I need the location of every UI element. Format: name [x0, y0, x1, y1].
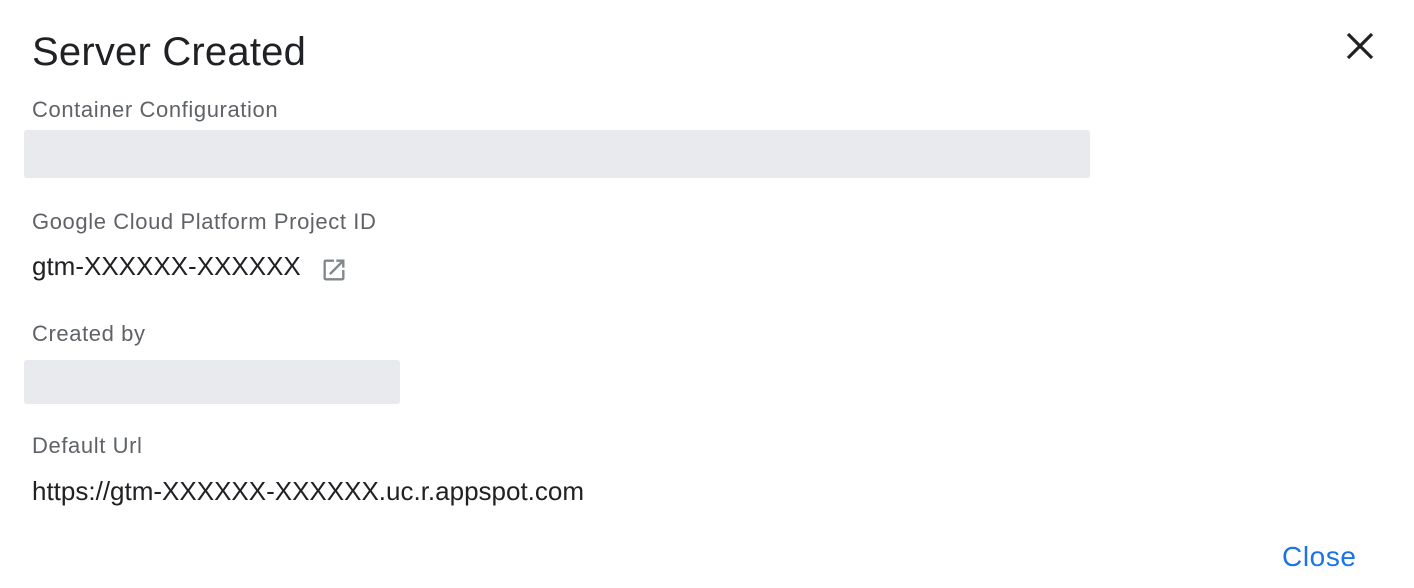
- created-by-label: Created by: [32, 321, 146, 346]
- created-by-value-placeholder: [24, 360, 400, 404]
- default-url-value: https://gtm-XXXXXX-XXXXXX.uc.r.appspot.c…: [32, 476, 585, 506]
- gcp-project-id-label: Google Cloud Platform Project ID: [32, 209, 377, 234]
- gcp-project-id-value: gtm-XXXXXX-XXXXXX: [32, 251, 301, 281]
- server-created-dialog: Server Created Container Configuration G…: [0, 0, 1414, 588]
- dialog-title: Server Created: [32, 30, 307, 74]
- close-button[interactable]: Close: [1270, 532, 1369, 582]
- close-icon[interactable]: [1336, 22, 1384, 70]
- open-in-new-icon[interactable]: [316, 252, 352, 288]
- container-configuration-label: Container Configuration: [32, 97, 279, 122]
- container-configuration-value-placeholder: [24, 130, 1090, 178]
- default-url-label: Default Url: [32, 433, 143, 458]
